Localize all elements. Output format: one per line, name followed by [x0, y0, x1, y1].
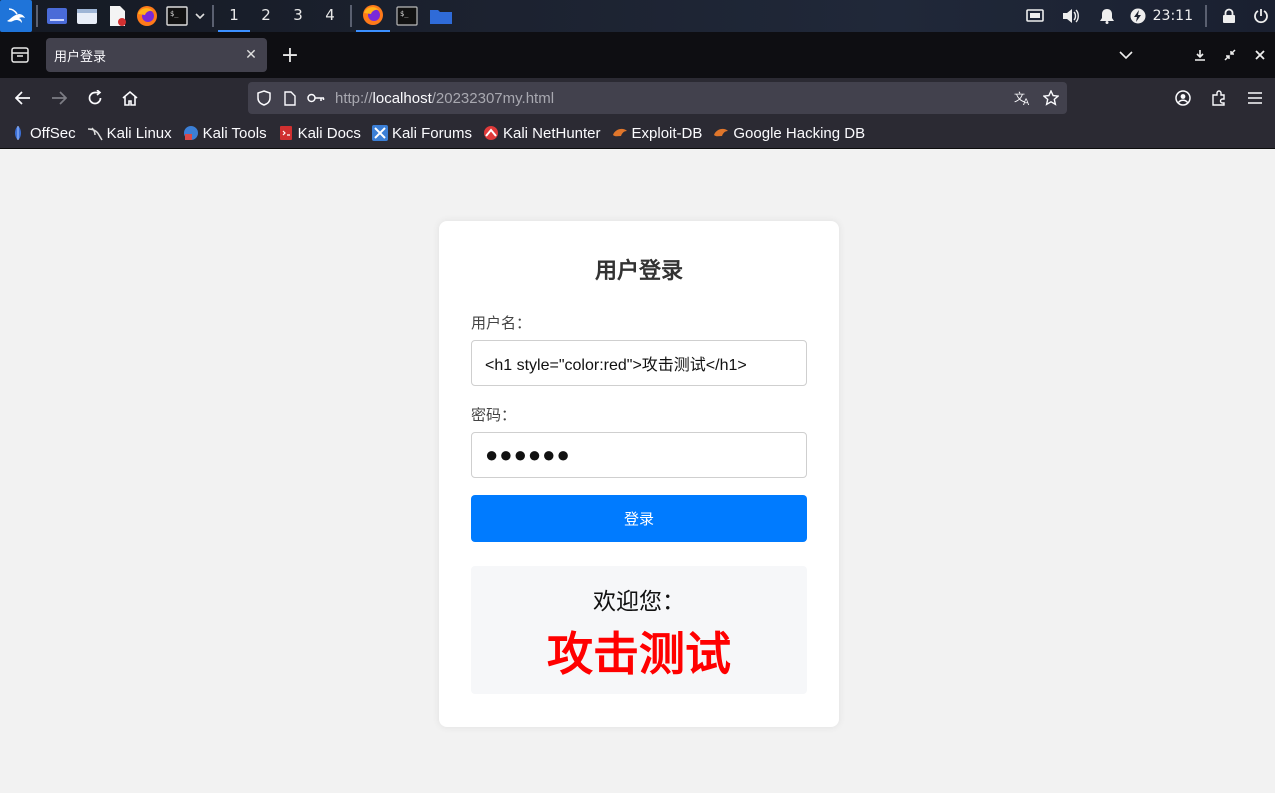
workspace-3[interactable]: 3: [282, 0, 314, 32]
list-all-tabs-icon[interactable]: [1111, 40, 1141, 70]
url-host: localhost: [372, 89, 432, 107]
firefox-window-button[interactable]: [356, 0, 390, 32]
taskbar-separator: [1205, 5, 1207, 27]
svg-text:$_: $_: [170, 10, 179, 18]
offsec-icon: [10, 125, 26, 141]
taskbar-separator: [36, 5, 38, 27]
url-scheme: http://: [335, 89, 373, 107]
kali-dragon-icon: [87, 125, 103, 141]
bookmark-label: Kali Tools: [202, 124, 267, 142]
navigation-toolbar: http://localhost/20232307my.html 文A: [0, 78, 1275, 118]
page-viewport: 用户登录 用户名： <h1 style="color:red">攻击测试</h1…: [0, 150, 1275, 793]
kali-tools-icon: [183, 125, 199, 141]
minimize-icon[interactable]: [1185, 40, 1215, 70]
bookmarks-toolbar: OffSec Kali Linux Kali Tools Kali Docs K…: [0, 118, 1275, 149]
file-manager-icon[interactable]: [72, 7, 102, 25]
firefox-view-icon[interactable]: [6, 41, 34, 69]
login-button[interactable]: 登录: [471, 495, 807, 542]
home-icon[interactable]: [116, 84, 144, 112]
translate-icon[interactable]: 文A: [1009, 82, 1037, 114]
bookmark-kali-forums[interactable]: Kali Forums: [371, 124, 472, 142]
text-editor-icon[interactable]: [102, 5, 132, 27]
taskbar-separator: [212, 5, 214, 27]
kali-menu-icon[interactable]: [0, 0, 32, 32]
password-label: 密码：: [471, 406, 517, 424]
close-window-icon[interactable]: [1245, 40, 1275, 70]
login-card: 用户登录 用户名： <h1 style="color:red">攻击测试</h1…: [439, 221, 839, 727]
welcome-box: 欢迎您： 攻击测试: [471, 566, 807, 694]
clock[interactable]: 23:11: [1151, 8, 1201, 24]
bookmark-label: OffSec: [30, 124, 76, 142]
bookmark-offsec[interactable]: OffSec: [10, 125, 76, 142]
system-taskbar: $_ 1 2 3 4 $_ 23:11: [0, 0, 1275, 32]
tab-title: 用户登录: [54, 49, 107, 65]
url-bar[interactable]: http://localhost/20232307my.html 文A: [248, 82, 1067, 114]
url-text[interactable]: http://localhost/20232307my.html: [335, 90, 1009, 107]
username-label: 用户名：: [471, 314, 532, 332]
workspace-4[interactable]: 4: [314, 0, 346, 32]
tab-close-icon[interactable]: ✕: [239, 43, 263, 67]
bookmark-kali-tools[interactable]: Kali Tools: [183, 125, 267, 142]
taskbar-separator: [350, 5, 352, 27]
kali-docs-icon: [278, 125, 294, 141]
password-input[interactable]: ●●●●●●: [471, 432, 807, 478]
reload-icon[interactable]: [81, 84, 109, 112]
bookmark-kali-linux[interactable]: Kali Linux: [87, 125, 172, 142]
logout-icon[interactable]: [1247, 0, 1275, 32]
terminal-launcher-icon[interactable]: $_: [162, 6, 192, 26]
ghdb-icon: [713, 125, 729, 141]
bookmark-kali-nethunter[interactable]: Kali NetHunter: [483, 125, 601, 142]
display-icon[interactable]: [1017, 0, 1053, 32]
workspace-2[interactable]: 2: [250, 0, 282, 32]
tab-active[interactable]: 用户登录 ✕: [46, 38, 267, 72]
bookmark-exploit-db[interactable]: Exploit-DB: [612, 124, 703, 142]
bookmark-label: Exploit-DB: [631, 124, 703, 142]
key-icon[interactable]: [303, 82, 329, 114]
volume-icon[interactable]: [1053, 0, 1089, 32]
terminal-window-button[interactable]: $_: [390, 0, 424, 32]
svg-text:A: A: [1023, 98, 1030, 106]
exploit-db-icon: [612, 125, 628, 141]
bookmark-label: Kali Forums: [391, 124, 472, 142]
account-icon[interactable]: [1169, 84, 1197, 112]
login-title: 用户登录: [594, 259, 683, 284]
forward-icon[interactable]: [45, 84, 73, 112]
notification-bell-icon[interactable]: [1089, 0, 1125, 32]
username-input[interactable]: <h1 style="color:red">攻击测试</h1>: [471, 340, 807, 386]
kali-forums-icon: [371, 125, 388, 141]
bookmark-label: Kali Linux: [106, 124, 172, 142]
welcome-label: 欢迎您：: [593, 589, 685, 615]
svg-text:$_: $_: [400, 10, 409, 18]
new-tab-button[interactable]: +: [276, 41, 304, 69]
menu-hamburger-icon[interactable]: [1241, 84, 1269, 112]
restore-icon[interactable]: [1215, 40, 1245, 70]
tracking-protection-shield-icon[interactable]: [251, 82, 277, 114]
browser-tab-bar: 用户登录 ✕ +: [0, 32, 1275, 78]
back-icon[interactable]: [9, 84, 37, 112]
power-manager-icon[interactable]: [1125, 0, 1151, 32]
show-desktop-icon[interactable]: [42, 7, 72, 25]
bookmark-google-hacking-db[interactable]: Google Hacking DB: [713, 125, 865, 142]
url-path: /20232307my.html: [431, 89, 555, 107]
firefox-launcher-icon[interactable]: [132, 5, 162, 27]
chevron-down-icon[interactable]: [192, 12, 208, 20]
folder-window-button[interactable]: [424, 0, 458, 32]
extensions-icon[interactable]: [1205, 84, 1233, 112]
bookmark-label: Google Hacking DB: [733, 124, 866, 142]
bookmark-kali-docs[interactable]: Kali Docs: [278, 125, 361, 142]
injected-heading: 攻击测试: [547, 627, 731, 681]
nethunter-icon: [483, 125, 499, 141]
workspace-1[interactable]: 1: [218, 0, 250, 32]
page-info-icon[interactable]: [277, 82, 303, 114]
bookmark-label: Kali NetHunter: [502, 124, 601, 142]
bookmark-star-icon[interactable]: [1037, 82, 1065, 114]
bookmark-label: Kali Docs: [297, 124, 361, 142]
lock-screen-icon[interactable]: [1211, 0, 1247, 32]
